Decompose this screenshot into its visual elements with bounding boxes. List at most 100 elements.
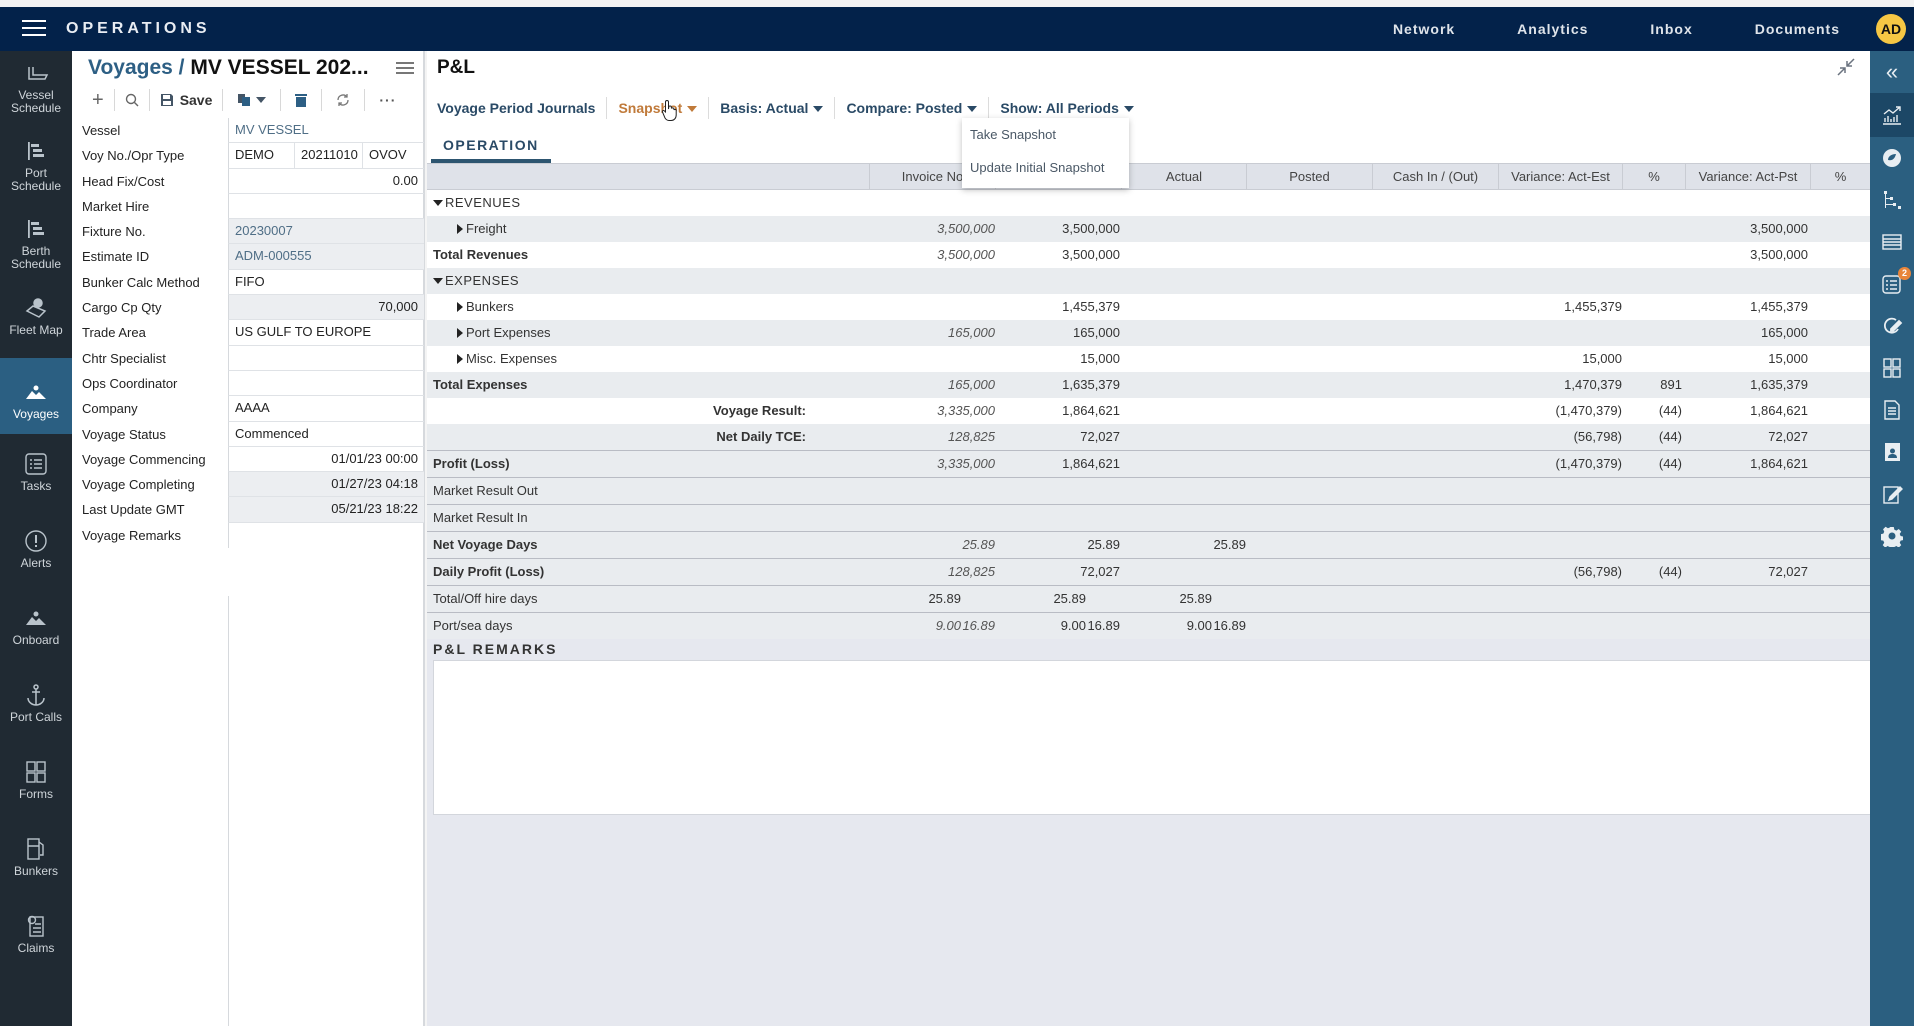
- add-button[interactable]: +: [82, 89, 115, 111]
- refresh-button[interactable]: [322, 89, 366, 111]
- table-row[interactable]: Freight 3,500,000 3,500,000 3,500,000: [427, 216, 1870, 242]
- save-button[interactable]: Save: [150, 89, 224, 111]
- sidebar-item-claims[interactable]: Claims: [0, 914, 72, 955]
- sidebar-item-port-calls[interactable]: Port Calls: [0, 683, 72, 724]
- rail-settings[interactable]: [1870, 515, 1914, 557]
- voyage-completing-field[interactable]: 01/27/23 04:18: [228, 472, 424, 498]
- settings-icon: [1881, 526, 1903, 547]
- estimate-id-field[interactable]: ADM-000555: [228, 244, 424, 270]
- col-variance-act-pst[interactable]: Variance: Act-Pst: [1685, 164, 1810, 190]
- collapse-rail-button[interactable]: «: [1870, 51, 1914, 93]
- field-row-last-update: Last Update GMT 05/21/23 18:22: [72, 497, 425, 523]
- nav-inbox[interactable]: Inbox: [1650, 21, 1692, 37]
- trade-area-field[interactable]: US GULF TO EUROPE: [228, 320, 424, 346]
- table-row[interactable]: REVENUES: [427, 190, 1870, 216]
- sidebar-item-tasks[interactable]: Tasks: [0, 452, 72, 493]
- search-button[interactable]: [115, 89, 150, 111]
- sidebar-item-fleet-map[interactable]: Fleet Map: [0, 296, 72, 337]
- rail-hierarchy[interactable]: [1870, 179, 1914, 221]
- col-variance-act-est[interactable]: Variance: Act-Est: [1498, 164, 1622, 190]
- head-fix-cost-field[interactable]: 0.00: [228, 168, 424, 194]
- voyage-remarks-field[interactable]: [228, 522, 424, 549]
- rail-edit[interactable]: [1870, 473, 1914, 515]
- col-pct-pst[interactable]: %: [1810, 164, 1870, 190]
- fixture-no-field[interactable]: 20230007: [228, 219, 424, 245]
- col-cash[interactable]: Cash In / (Out): [1372, 164, 1498, 190]
- vessel-field[interactable]: MV VESSEL: [228, 118, 424, 144]
- col-posted[interactable]: Posted: [1246, 164, 1372, 190]
- expand-right-icon[interactable]: [457, 224, 463, 234]
- company-code-field[interactable]: DEMO: [229, 143, 295, 168]
- copy-dropdown-button[interactable]: [223, 89, 282, 111]
- expand-down-icon[interactable]: [433, 278, 443, 284]
- rail-tasks[interactable]: 2: [1870, 263, 1914, 305]
- expand-right-icon[interactable]: [457, 354, 463, 364]
- table-row[interactable]: Misc. Expenses 15,000 15,000 15,000: [427, 346, 1870, 372]
- expand-down-icon[interactable]: [433, 200, 443, 206]
- remarks-title: P&L REMARKS: [433, 641, 558, 657]
- expand-right-icon[interactable]: [457, 328, 463, 338]
- voyage-commencing-field[interactable]: 01/01/23 00:00: [228, 446, 424, 473]
- sidebar-item-label: Alerts: [20, 556, 52, 570]
- table-row[interactable]: Bunkers 1,455,379 1,455,379 1,455,379: [427, 294, 1870, 320]
- collapse-icon[interactable]: [1836, 57, 1856, 77]
- sidebar-item-onboard[interactable]: Onboard: [0, 606, 72, 647]
- field-label: Company: [82, 401, 138, 417]
- compare-dropdown[interactable]: Compare: Posted: [835, 97, 990, 119]
- company-field[interactable]: AAAA: [228, 396, 424, 422]
- show-dropdown[interactable]: Show: All Periods: [989, 97, 1145, 119]
- rail-contact[interactable]: [1870, 431, 1914, 473]
- table-row[interactable]: EXPENSES: [427, 268, 1870, 294]
- cell-estimated-total: 25.89: [928, 591, 961, 606]
- voyage-number-field[interactable]: 20211010: [295, 143, 363, 168]
- hamburger-menu-icon[interactable]: [22, 20, 46, 38]
- save-label: Save: [179, 92, 213, 108]
- opr-type-field[interactable]: OVOV: [363, 143, 413, 167]
- row-label: Misc. Expenses: [457, 346, 557, 372]
- cell-variance-act-pst: 1,864,621: [1750, 403, 1808, 418]
- expand-right-icon[interactable]: [457, 302, 463, 312]
- tab-operation[interactable]: OPERATION: [431, 133, 551, 163]
- rail-eco[interactable]: [1870, 137, 1914, 179]
- menu-item-take-snapshot[interactable]: Take Snapshot: [970, 127, 1056, 142]
- nav-analytics[interactable]: Analytics: [1517, 21, 1588, 37]
- sidebar-item-bunkers[interactable]: Bunkers: [0, 837, 72, 878]
- table-row: Net Daily TCE: 128,825 72,027 (56,798) (44) 7…: [427, 424, 1870, 450]
- sidebar-item-alerts[interactable]: Alerts: [0, 529, 72, 570]
- voyage-period-journals-button[interactable]: Voyage Period Journals: [437, 97, 608, 119]
- rail-document[interactable]: [1870, 389, 1914, 431]
- field-label: Chtr Specialist: [82, 350, 166, 366]
- sidebar-item-vessel-schedule[interactable]: Vessel Schedule: [0, 61, 72, 115]
- voyage-status-field[interactable]: Commenced: [228, 421, 424, 447]
- cell-pct: (44): [1658, 456, 1682, 471]
- col-pct-est[interactable]: %: [1622, 164, 1685, 190]
- ship-icon: [28, 67, 49, 80]
- panel-menu-icon[interactable]: [396, 62, 414, 74]
- more-button[interactable]: ···: [365, 89, 410, 111]
- col-actual[interactable]: Actual: [1121, 164, 1246, 190]
- sidebar-item-forms[interactable]: Forms: [0, 760, 72, 801]
- rail-ledger[interactable]: [1870, 221, 1914, 263]
- cargo-cp-qty-field[interactable]: 70,000: [228, 295, 424, 321]
- delete-button[interactable]: [281, 89, 323, 111]
- pnl-remarks-textarea[interactable]: [433, 660, 1871, 815]
- ops-coordinator-field[interactable]: [228, 370, 424, 397]
- breadcrumb-voyages[interactable]: Voyages /: [88, 56, 185, 79]
- chtr-specialist-field[interactable]: [228, 345, 424, 371]
- rail-analytics[interactable]: [1870, 93, 1914, 137]
- user-avatar[interactable]: AD: [1876, 14, 1906, 44]
- snapshot-dropdown[interactable]: Snapshot: [607, 97, 710, 119]
- menu-item-update-initial-snapshot[interactable]: Update Initial Snapshot: [970, 160, 1104, 175]
- basis-dropdown[interactable]: Basis: Actual: [709, 97, 836, 119]
- sidebar-item-berth-schedule[interactable]: Berth Schedule: [0, 217, 72, 271]
- market-hire-field[interactable]: [228, 193, 424, 220]
- bunker-calc-method-field[interactable]: FIFO: [228, 269, 424, 296]
- nav-network[interactable]: Network: [1393, 21, 1455, 37]
- table-row[interactable]: Port Expenses 165,000 165,000 165,000: [427, 320, 1870, 346]
- rail-forms[interactable]: [1870, 347, 1914, 389]
- rail-refresh-edit[interactable]: [1870, 305, 1914, 347]
- sidebar-item-voyages[interactable]: Voyages: [0, 358, 72, 434]
- nav-documents[interactable]: Documents: [1755, 21, 1840, 37]
- contact-icon: [1885, 443, 1900, 461]
- sidebar-item-port-schedule[interactable]: Port Schedule: [0, 139, 72, 193]
